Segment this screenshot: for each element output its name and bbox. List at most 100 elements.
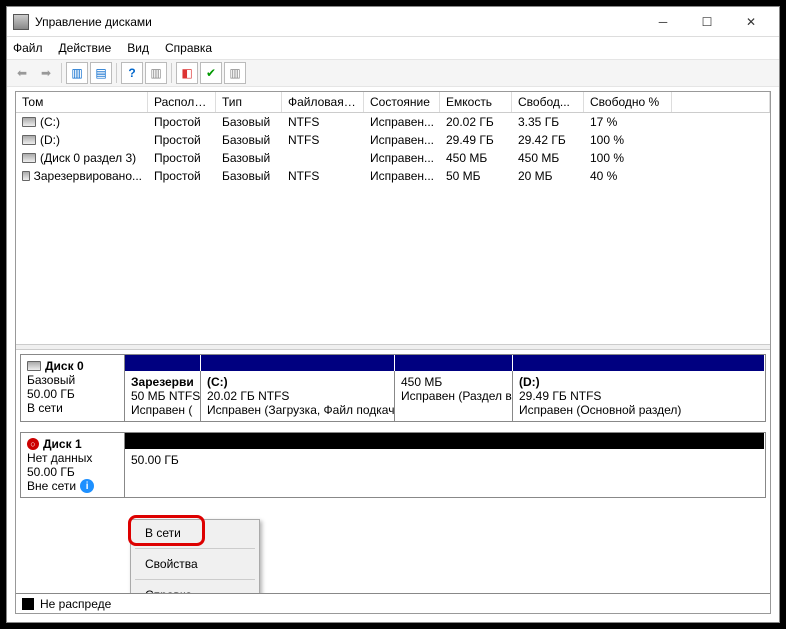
volume-icon (22, 153, 36, 163)
volume-icon (22, 135, 36, 145)
cell: 50 МБ (440, 167, 512, 185)
toolbar-btn-7[interactable]: ▥ (224, 62, 246, 84)
cell: 40 % (584, 167, 672, 185)
cell: Простой (148, 113, 216, 131)
cell: 3.35 ГБ (512, 113, 584, 131)
disk-1-type: Нет данных (27, 451, 118, 465)
ctx-properties[interactable]: Свойства (131, 551, 259, 577)
cell: 100 % (584, 131, 672, 149)
menu-view[interactable]: Вид (127, 41, 149, 55)
app-icon (13, 14, 29, 30)
disk-0-state: В сети (27, 401, 118, 415)
col-layout[interactable]: Располо... (148, 92, 216, 112)
cell: Простой (148, 131, 216, 149)
forward-button: ➡ (35, 62, 57, 84)
volume-row[interactable]: (Диск 0 раздел 3)ПростойБазовый Исправен.… (16, 149, 770, 167)
disk-1-state: Вне сети (27, 479, 76, 493)
cell: Исправен... (364, 149, 440, 167)
menu-help[interactable]: Справка (165, 41, 212, 55)
col-freepct[interactable]: Свободно % (584, 92, 672, 112)
cell: Простой (148, 167, 216, 185)
part-size: 50.00 ГБ (131, 453, 759, 467)
cell: 29.49 ГБ (440, 131, 512, 149)
cell: NTFS (282, 167, 364, 185)
titlebar[interactable]: Управление дисками ─ ☐ ✕ (7, 7, 779, 37)
cell: 450 МБ (440, 149, 512, 167)
partition-cell[interactable]: Зарезерви50 МБ NTFSИсправен ( (125, 371, 201, 421)
cell: Базовый (216, 149, 282, 167)
cell (282, 149, 364, 167)
cell: 100 % (584, 149, 672, 167)
toolbar-btn-1[interactable]: ▥ (66, 62, 88, 84)
toolbar-help-button[interactable]: ? (121, 62, 143, 84)
list-header: Том Располо... Тип Файловая с... Состоян… (16, 92, 770, 113)
maximize-button[interactable]: ☐ (685, 8, 729, 36)
cell: NTFS (282, 131, 364, 149)
cell: Исправен... (364, 167, 440, 185)
info-icon[interactable]: i (80, 479, 94, 493)
cell: Зарезервировано... (16, 167, 148, 185)
cell: (D:) (16, 131, 148, 149)
cell: Исправен... (364, 113, 440, 131)
back-button: ⬅ (11, 62, 33, 84)
col-status[interactable]: Состояние (364, 92, 440, 112)
menu-action[interactable]: Действие (59, 41, 112, 55)
cell: NTFS (282, 113, 364, 131)
disk-row-1: ○Диск 1 Нет данных 50.00 ГБ Вне сетиi 50… (20, 432, 766, 498)
disk-1-size: 50.00 ГБ (27, 465, 118, 479)
cell: Базовый (216, 167, 282, 185)
disk-row-0: Диск 0 Базовый 50.00 ГБ В сети Зарезерви… (20, 354, 766, 422)
cell: 450 МБ (512, 149, 584, 167)
close-button[interactable]: ✕ (729, 8, 773, 36)
col-free[interactable]: Свобод... (512, 92, 584, 112)
toolbar-check-button[interactable]: ✔ (200, 62, 222, 84)
partition-cell[interactable]: 450 МБИсправен (Раздел в (395, 371, 513, 421)
minimize-button[interactable]: ─ (641, 8, 685, 36)
cell: (Диск 0 раздел 3) (16, 149, 148, 167)
warn-icon: ○ (27, 438, 39, 450)
cell: Базовый (216, 131, 282, 149)
col-spacer (672, 92, 770, 112)
col-volume[interactable]: Том (16, 92, 148, 112)
ctx-sep (135, 548, 255, 549)
ctx-sep (135, 579, 255, 580)
disk-map: Диск 0 Базовый 50.00 ГБ В сети Зарезерви… (16, 350, 770, 593)
partition-cell[interactable]: (D:)29.49 ГБ NTFSИсправен (Основной разд… (513, 371, 765, 421)
toolbar-btn-5[interactable]: ◧ (176, 62, 198, 84)
legend-unallocated-label: Не распреде (40, 597, 111, 611)
disk-0-type: Базовый (27, 373, 118, 387)
volume-list[interactable]: Том Располо... Тип Файловая с... Состоян… (16, 92, 770, 344)
cell: Базовый (216, 113, 282, 131)
col-capacity[interactable]: Емкость (440, 92, 512, 112)
disk-1-label[interactable]: ○Диск 1 Нет данных 50.00 ГБ Вне сетиi (21, 433, 125, 497)
cell: (C:) (16, 113, 148, 131)
menu-file[interactable]: Файл (13, 41, 43, 55)
disk-0-label[interactable]: Диск 0 Базовый 50.00 ГБ В сети (21, 355, 125, 421)
disk-icon (27, 361, 41, 371)
volume-row[interactable]: (D:)ПростойБазовыйNTFSИсправен...29.49 Г… (16, 131, 770, 149)
col-fs[interactable]: Файловая с... (282, 92, 364, 112)
legend: Не распреде (16, 593, 770, 613)
volume-row[interactable]: Зарезервировано...ПростойБазовыйNTFSИспр… (16, 167, 770, 185)
disk-1-partition[interactable]: 50.00 ГБ (125, 449, 765, 497)
col-type[interactable]: Тип (216, 92, 282, 112)
volume-icon (22, 171, 30, 181)
cell: Простой (148, 149, 216, 167)
cell: 29.42 ГБ (512, 131, 584, 149)
content-area: Том Располо... Тип Файловая с... Состоян… (15, 91, 771, 614)
disk-0-bar (125, 355, 765, 371)
context-menu: В сети Свойства Справка (130, 519, 260, 593)
volume-icon (22, 117, 36, 127)
volume-row[interactable]: (C:)ПростойБазовыйNTFSИсправен...20.02 Г… (16, 113, 770, 131)
cell: 20.02 ГБ (440, 113, 512, 131)
ctx-online[interactable]: В сети (131, 520, 259, 546)
toolbar-btn-4[interactable]: ▥ (145, 62, 167, 84)
legend-swatch-unallocated (22, 598, 34, 610)
partition-cell[interactable]: (C:)20.02 ГБ NTFSИсправен (Загрузка, Фай… (201, 371, 395, 421)
cell: 20 МБ (512, 167, 584, 185)
ctx-help[interactable]: Справка (131, 582, 259, 593)
disk-0-size: 50.00 ГБ (27, 387, 118, 401)
toolbar-btn-2[interactable]: ▤ (90, 62, 112, 84)
cell: Исправен... (364, 131, 440, 149)
cell: 17 % (584, 113, 672, 131)
